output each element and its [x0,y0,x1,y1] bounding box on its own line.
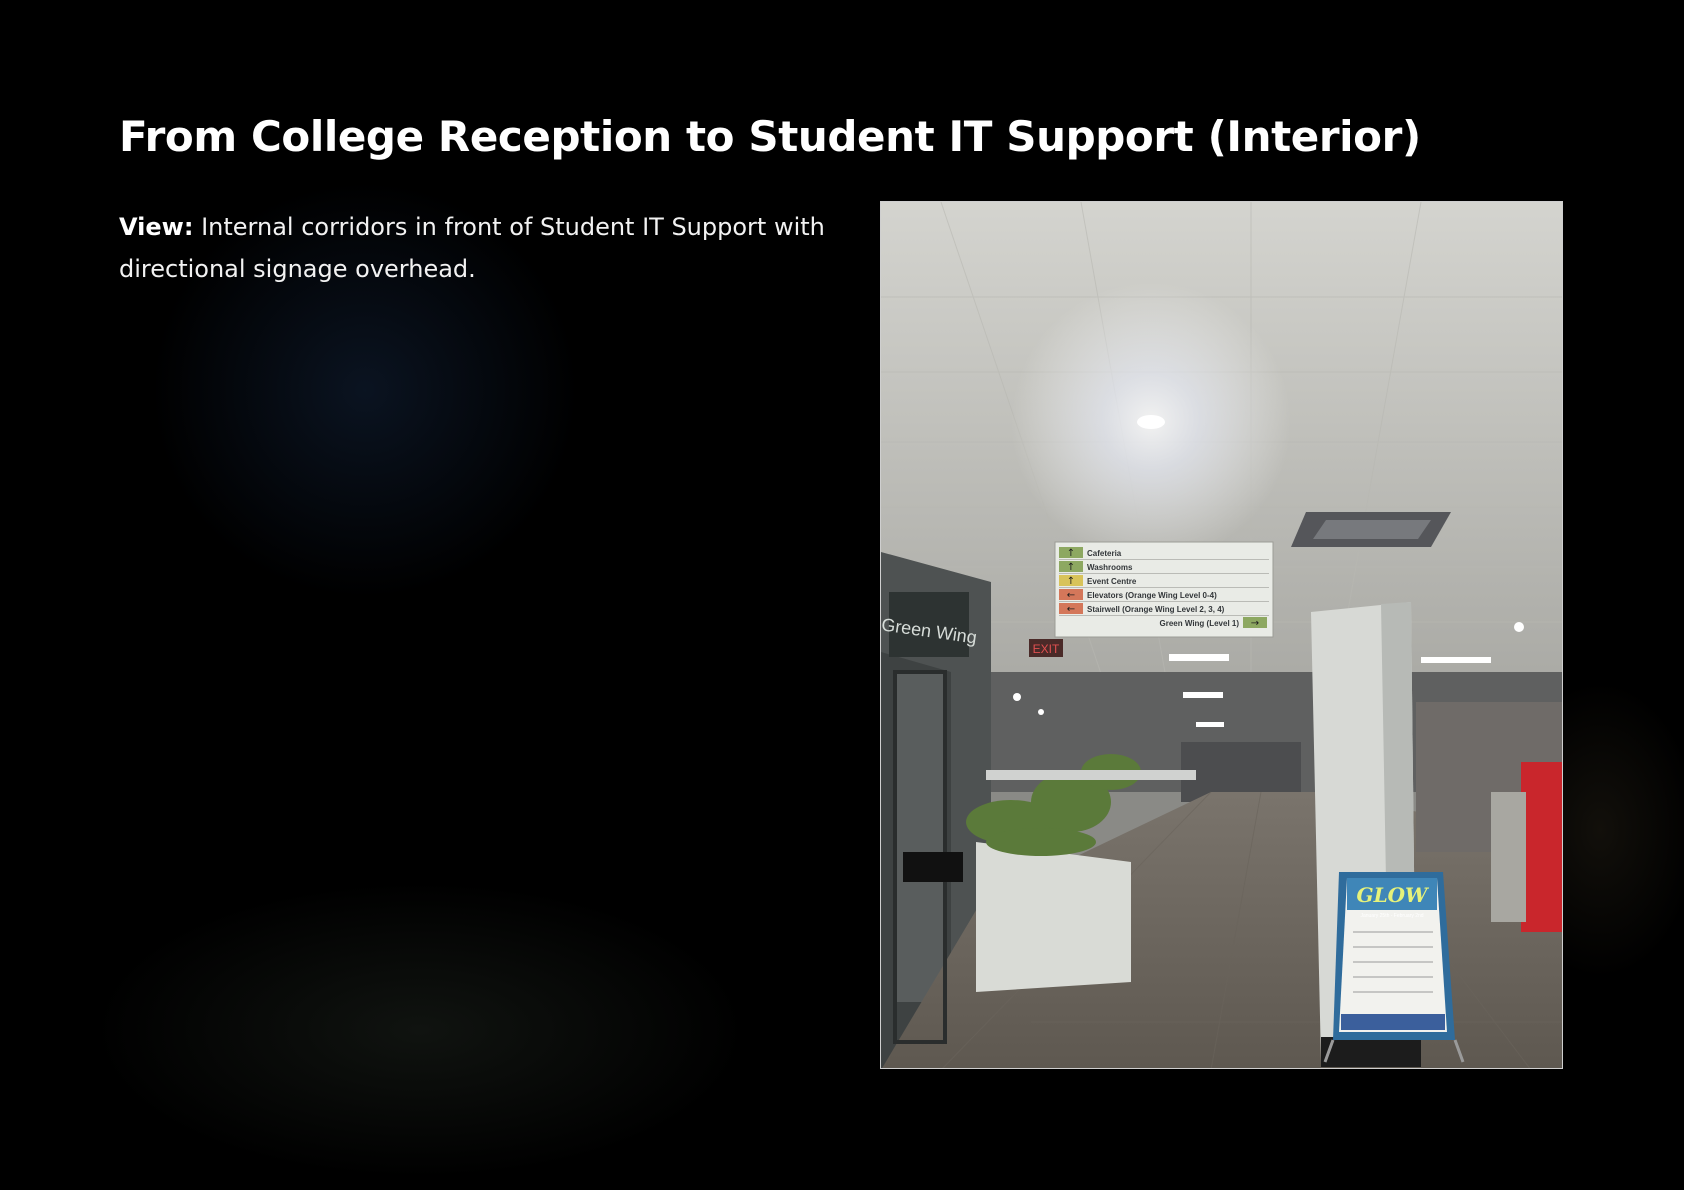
direction-label: Elevators (Orange Wing Level 0-4) [1087,591,1217,600]
corridor-photo: Green Wing EXIT ↑ Cafeteria ↑ Washrooms ↑ Eve… [880,201,1563,1069]
direction-label: Washrooms [1087,563,1133,572]
direction-label: Green Wing (Level 1) [1160,619,1240,628]
page-title: From College Reception to Student IT Sup… [119,112,1421,161]
direction-arrow-icon: ← [1067,604,1075,615]
direction-arrow-icon: ↑ [1067,576,1075,587]
poster-dates: January 25th - February 2nd [1360,913,1423,919]
directional-sign: ↑ Cafeteria ↑ Washrooms ↑ Event Centre ← Elevat… [1054,541,1274,638]
background-glow [90,880,750,1180]
view-text: Internal corridors in front of Student I… [119,213,825,283]
direction-label: Stairwell (Orange Wing Level 2, 3, 4) [1087,605,1225,614]
direction-arrow-icon: ↑ [1067,548,1075,559]
direction-label: Event Centre [1087,577,1137,586]
direction-arrow-icon: → [1251,618,1259,629]
view-description: View: Internal corridors in front of Stu… [119,206,839,290]
event-poster: GLOW January 25th - February 2nd [1323,872,1465,1063]
view-label: View: [119,213,194,241]
poster-title: GLOW [1356,883,1430,907]
direction-arrow-icon: ← [1067,590,1075,601]
direction-arrow-icon: ↑ [1067,562,1075,573]
exit-sign: EXIT [1033,642,1060,656]
direction-label: Cafeteria [1087,549,1122,558]
